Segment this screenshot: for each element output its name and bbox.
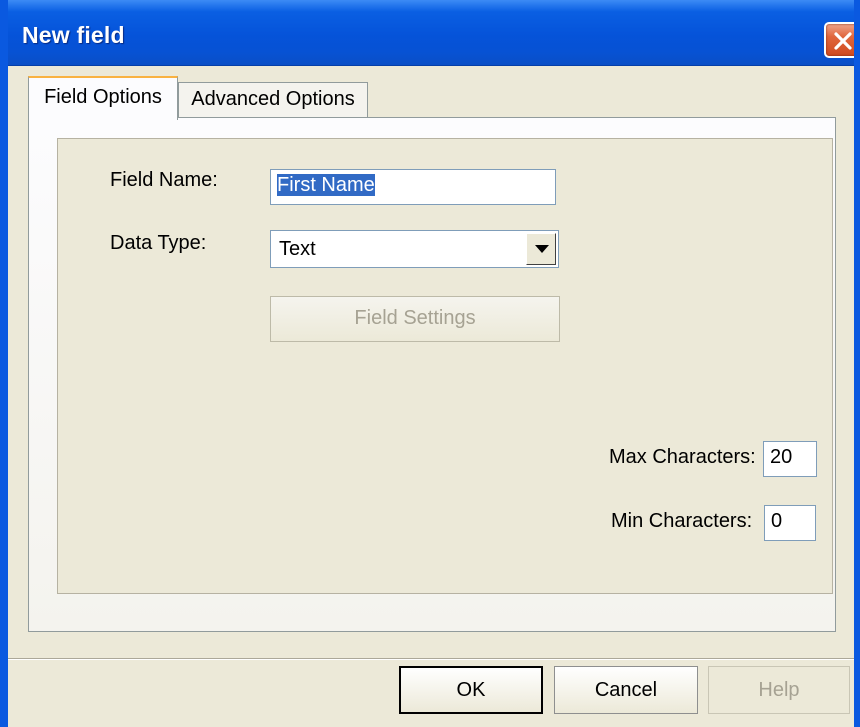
tab-label: Field Options <box>44 86 162 108</box>
separator <box>8 658 854 660</box>
data-type-select[interactable]: Text <box>270 230 559 268</box>
title-bar[interactable]: New field <box>8 0 854 66</box>
dropdown-button[interactable] <box>526 233 556 265</box>
field-name-label: Field Name: <box>110 169 218 191</box>
data-type-label: Data Type: <box>110 232 207 254</box>
data-type-value: Text <box>279 238 316 260</box>
dialog-window: New field Field Options Advanced Options… <box>0 0 860 727</box>
tab-field-options[interactable]: Field Options <box>28 76 178 120</box>
field-name-input[interactable]: First Name <box>270 169 556 205</box>
chevron-down-icon <box>535 245 549 253</box>
ok-button[interactable]: OK <box>399 666 543 714</box>
tab-label: Advanced Options <box>191 88 355 110</box>
min-characters-value: 0 <box>771 510 783 532</box>
min-characters-input[interactable]: 0 <box>764 505 816 541</box>
cancel-button[interactable]: Cancel <box>554 666 698 714</box>
help-button[interactable]: Help <box>708 666 850 714</box>
tab-panel: Field Name: First Name Data Type: Text F… <box>28 117 836 632</box>
field-name-value: First Name <box>277 174 375 196</box>
min-characters-label: Min Characters: <box>611 510 753 532</box>
close-icon <box>834 32 852 50</box>
max-characters-label: Max Characters: <box>609 446 756 468</box>
max-characters-value: 20 <box>770 446 793 468</box>
field-settings-button[interactable]: Field Settings <box>270 296 560 342</box>
field-options-group: Field Name: First Name Data Type: Text F… <box>57 138 833 594</box>
max-characters-input[interactable]: 20 <box>763 441 817 477</box>
close-button[interactable] <box>824 22 854 58</box>
dialog-title: New field <box>22 22 125 48</box>
tab-advanced-options[interactable]: Advanced Options <box>178 82 368 118</box>
